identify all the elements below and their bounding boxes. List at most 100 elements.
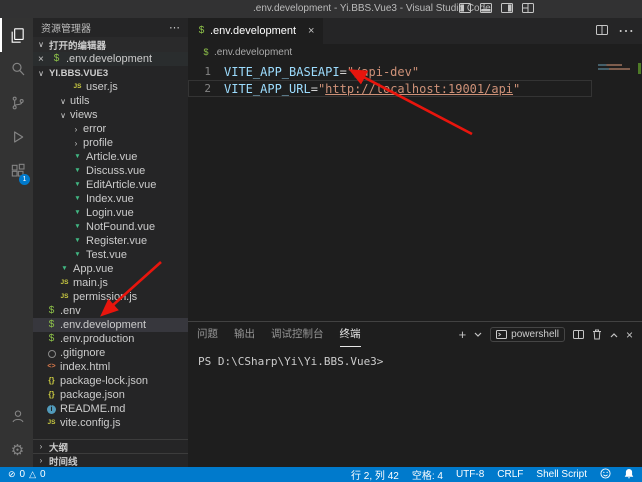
tree-item-Index.vue[interactable]: ▼Index.vue <box>33 192 188 206</box>
tab-label: .env.development <box>210 25 296 37</box>
file-name: main.js <box>73 277 108 289</box>
tab-debug-console[interactable]: 调试控制台 <box>271 322 324 347</box>
split-terminal-icon[interactable] <box>573 330 584 339</box>
open-editors-label: 打开的编辑器 <box>49 38 106 52</box>
terminal-instance-powershell[interactable]: powershell <box>490 327 565 342</box>
code-operator: = <box>340 65 347 79</box>
code-variable: VITE_APP_BASEAPI <box>224 65 340 79</box>
info-file-icon: i <box>47 405 56 414</box>
close-icon[interactable]: × <box>38 54 47 65</box>
code-line-2[interactable]: 2 VITE_APP_URL = " http://localhost:1900… <box>188 80 592 97</box>
tree-item-package.json[interactable]: {}package.json <box>33 388 188 402</box>
tree-item-NotFound.vue[interactable]: ▼NotFound.vue <box>33 220 188 234</box>
breadcrumb[interactable]: $ .env.development <box>188 44 642 60</box>
tab-output[interactable]: 输出 <box>234 322 255 347</box>
tree-item-README.md[interactable]: iREADME.md <box>33 402 188 416</box>
tree-item-Discuss.vue[interactable]: ▼Discuss.vue <box>33 164 188 178</box>
outline-section[interactable]: › 大纲 <box>33 439 188 453</box>
tree-item-profile[interactable]: ›profile <box>33 136 188 150</box>
language-mode[interactable]: Shell Script <box>536 469 587 480</box>
file-name: profile <box>83 137 113 149</box>
tree-item-utils[interactable]: ∨utils <box>33 94 188 108</box>
source-control-icon[interactable] <box>0 86 33 120</box>
tree-item-error[interactable]: ›error <box>33 122 188 136</box>
code-editor[interactable]: 1 VITE_APP_BASEAPI = "/api-dev" 2 VITE_A… <box>188 60 642 321</box>
maximize-panel-icon[interactable] <box>610 332 618 338</box>
toggle-secondary-sidebar-icon[interactable] <box>501 3 513 13</box>
chevron-down-icon[interactable] <box>474 332 482 338</box>
minimap-line <box>598 68 630 70</box>
timeline-label: 时间线 <box>49 454 78 468</box>
tree-item-package-lock.json[interactable]: {}package-lock.json <box>33 374 188 388</box>
tree-item-Test.vue[interactable]: ▼Test.vue <box>33 248 188 262</box>
tree-item-App.vue[interactable]: ▼App.vue <box>33 262 188 276</box>
problems-status[interactable]: ⊘ 0 △ 0 <box>8 469 46 480</box>
status-bar: ⊘ 0 △ 0 行 2, 列 42 空格: 4 UTF-8 CRLF Shell… <box>0 467 642 482</box>
tree-item-views[interactable]: ∨views <box>33 108 188 122</box>
warning-icon: △ <box>29 469 36 480</box>
toggle-sidebar-icon[interactable] <box>459 3 471 13</box>
tree-item-Article.vue[interactable]: ▼Article.vue <box>33 150 188 164</box>
close-tab-icon[interactable]: × <box>308 25 314 37</box>
explorer-icon[interactable] <box>0 18 33 52</box>
eol-sequence[interactable]: CRLF <box>497 469 523 480</box>
vue-file-icon: ▼ <box>71 249 84 261</box>
tab-terminal[interactable]: 终端 <box>340 322 361 347</box>
tree-item-.env.development[interactable]: $.env.development <box>33 318 188 332</box>
tree-item-Login.vue[interactable]: ▼Login.vue <box>33 206 188 220</box>
tree-item-index.html[interactable]: <>index.html <box>33 360 188 374</box>
tab-problems[interactable]: 问题 <box>197 322 218 347</box>
timeline-section[interactable]: › 时间线 <box>33 453 188 467</box>
cursor-position[interactable]: 行 2, 列 42 <box>351 467 399 482</box>
layout-controls <box>459 3 534 13</box>
customize-layout-icon[interactable] <box>522 3 534 13</box>
js-file-icon: JS <box>58 291 71 303</box>
url-link[interactable]: http://localhost:19001/api <box>325 82 513 96</box>
accounts-icon[interactable] <box>0 399 33 433</box>
encoding[interactable]: UTF-8 <box>456 469 484 480</box>
terminal-output[interactable]: PS D:\CSharp\Yi\Yi.BBS.Vue3> <box>188 347 642 467</box>
tree-item-.env[interactable]: $.env <box>33 304 188 318</box>
project-root-header[interactable]: ∨ YI.BBS.VUE3 <box>33 66 188 80</box>
indentation[interactable]: 空格: 4 <box>412 467 443 482</box>
vue-file-icon: ▼ <box>71 221 84 233</box>
search-icon[interactable] <box>0 52 33 86</box>
more-actions-icon[interactable]: ⋯ <box>169 21 180 34</box>
vue-file-icon: ▼ <box>58 263 71 275</box>
tree-item-EditArticle.vue[interactable]: ▼EditArticle.vue <box>33 178 188 192</box>
file-name: .env <box>60 305 81 317</box>
close-panel-icon[interactable]: × <box>626 329 633 341</box>
extensions-icon[interactable]: 1 <box>0 154 33 188</box>
new-terminal-icon[interactable]: + <box>459 328 467 341</box>
open-editors-header[interactable]: ∨ 打开的编辑器 <box>33 37 188 52</box>
activity-bar: 1 ⚙ <box>0 18 33 467</box>
line-number: 2 <box>188 82 224 95</box>
toggle-panel-icon[interactable] <box>480 3 492 13</box>
tree-item-user.js[interactable]: JSuser.js <box>33 80 188 94</box>
minimap[interactable] <box>594 60 642 321</box>
window-title: .env.development - Yi.BBS.Vue3 - Visual … <box>253 3 491 14</box>
chevron-down-icon: ∨ <box>58 111 68 120</box>
feedback-smiley-icon[interactable] <box>600 468 611 482</box>
tree-item-.env.production[interactable]: $.env.production <box>33 332 188 346</box>
notifications-bell-icon[interactable] <box>624 468 634 482</box>
settings-gear-icon[interactable]: ⚙ <box>0 433 33 467</box>
tree-item-.gitignore[interactable]: .gitignore <box>33 346 188 360</box>
kill-terminal-trash-icon[interactable] <box>592 329 602 340</box>
terminal-actions: + powershell × <box>459 327 633 342</box>
open-editor-item[interactable]: × $ .env.development <box>33 52 188 66</box>
status-bar-right: 行 2, 列 42 空格: 4 UTF-8 CRLF Shell Script <box>351 467 634 482</box>
tree-item-Register.vue[interactable]: ▼Register.vue <box>33 234 188 248</box>
tree-item-main.js[interactable]: JSmain.js <box>33 276 188 290</box>
warning-count: 0 <box>40 469 46 480</box>
code-line-1[interactable]: 1 VITE_APP_BASEAPI = "/api-dev" <box>188 63 592 80</box>
file-name: vite.config.js <box>60 417 121 429</box>
tab-env-development[interactable]: $ .env.development × <box>188 18 323 44</box>
more-actions-icon[interactable]: ⋯ <box>618 21 634 41</box>
run-debug-icon[interactable] <box>0 120 33 154</box>
extensions-badge: 1 <box>19 174 30 185</box>
tree-item-vite.config.js[interactable]: JSvite.config.js <box>33 416 188 430</box>
json-file-icon: {} <box>45 389 58 401</box>
tree-item-permission.js[interactable]: JSpermission.js <box>33 290 188 304</box>
split-editor-icon[interactable] <box>596 22 608 40</box>
